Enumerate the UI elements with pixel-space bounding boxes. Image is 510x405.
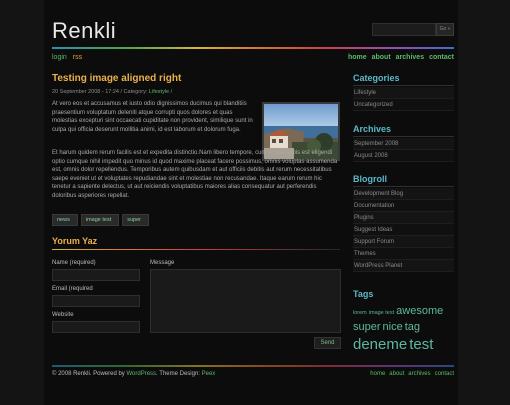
comment-form-title: Yorum Yaz	[52, 236, 98, 246]
top-nav-left: login rss	[52, 54, 88, 61]
nav-contact-link[interactable]: contact	[429, 54, 454, 61]
archives-rule	[353, 136, 454, 137]
footer-rule	[52, 365, 454, 367]
sidebar-item-themes[interactable]: Themes	[353, 248, 454, 260]
send-button[interactable]: Send	[314, 337, 341, 349]
footer-contact-link[interactable]: contact	[435, 371, 454, 377]
sidebar-item-september-2008[interactable]: September 2008	[353, 138, 454, 150]
sidebar-item-uncategorized[interactable]: Uncategorized	[353, 99, 454, 111]
tag-cloud: lorem image test awesome super nice tag dene…	[353, 302, 454, 353]
post-tags: news image test super	[52, 214, 152, 226]
email-field[interactable]	[52, 295, 140, 307]
website-field[interactable]	[52, 321, 140, 333]
nav-home-link[interactable]: home	[348, 54, 367, 61]
footer-about-link[interactable]: about	[389, 371, 404, 377]
sidebar-item-lifestyle[interactable]: Lifestyle	[353, 87, 454, 99]
tag-link[interactable]: news	[52, 214, 78, 226]
tag-cloud-link[interactable]: lorem	[353, 310, 367, 317]
archives-list: September 2008 August 2008	[353, 138, 454, 162]
name-field[interactable]	[52, 269, 140, 281]
tag-cloud-link[interactable]: super	[353, 322, 381, 333]
tag-cloud-link[interactable]: nice	[383, 322, 403, 333]
categories-rule	[353, 85, 454, 86]
categories-list: Lifestyle Uncategorized	[353, 87, 454, 111]
categories-title: Categories	[353, 73, 400, 83]
sidebar-item-development-blog[interactable]: Development Blog	[353, 188, 454, 200]
header-rule	[52, 47, 454, 49]
message-textarea[interactable]	[150, 269, 341, 333]
blogroll-rule	[353, 186, 454, 187]
sidebar-item-wordpress-planet[interactable]: WordPress Planet	[353, 260, 454, 272]
tag-cloud-link[interactable]: tag	[405, 322, 420, 333]
tag-cloud-link[interactable]: deneme	[353, 337, 407, 352]
designer-link[interactable]: Peex	[202, 371, 216, 377]
post-date: 20 September 2008 - 17:24 / Category:	[52, 89, 149, 95]
wordpress-link[interactable]: WordPress	[126, 371, 156, 377]
archives-title: Archives	[353, 124, 392, 134]
tag-cloud-link[interactable]: image test	[369, 310, 394, 317]
website-label: Website	[52, 312, 74, 318]
rss-link[interactable]: rss	[73, 54, 82, 61]
sidebar-item-support-forum[interactable]: Support Forum	[353, 236, 454, 248]
footer-nav: home about archives contact	[366, 371, 454, 377]
tag-link[interactable]: super	[122, 214, 149, 226]
nav-archives-link[interactable]: archives	[396, 54, 424, 61]
post-title[interactable]: Testing image aligned right	[52, 73, 181, 84]
post-category-link[interactable]: Lifestyle	[149, 89, 169, 95]
sidebar-item-august-2008[interactable]: August 2008	[353, 150, 454, 162]
footer-theme-design: . Theme Design:	[156, 371, 202, 377]
post-paragraph-1: At vero eos et accusamus et iusto odio d…	[52, 101, 253, 133]
blogroll-title: Blogroll	[353, 174, 387, 184]
top-nav: home about archives contact	[343, 54, 454, 61]
name-label: Name (required)	[52, 260, 96, 266]
blogroll-list: Development Blog Documentation Plugins S…	[353, 188, 454, 272]
site-logo[interactable]: Renkli	[52, 18, 116, 44]
search-button[interactable]: Go »	[436, 23, 454, 36]
nav-about-link[interactable]: about	[372, 54, 391, 61]
tags-title: Tags	[353, 289, 374, 299]
tag-cloud-link[interactable]: awesome	[396, 306, 443, 317]
sidebar-item-plugins[interactable]: Plugins	[353, 212, 454, 224]
comment-form-rule	[52, 249, 340, 250]
footer-credits: © 2008 Renkli. Powered by WordPress. The…	[52, 371, 215, 377]
footer-copyright: © 2008 Renkli. Powered by	[52, 371, 127, 377]
login-link[interactable]: login	[52, 54, 67, 61]
tag-link[interactable]: image test	[80, 214, 120, 226]
message-label: Message	[150, 260, 175, 266]
footer-archives-link[interactable]: archives	[408, 371, 430, 377]
sidebar-item-documentation[interactable]: Documentation	[353, 200, 454, 212]
post-paragraph-2: Et harum quidem rerum facilis est et exp…	[52, 150, 338, 199]
sidebar-item-suggest-ideas[interactable]: Suggest Ideas	[353, 224, 454, 236]
tag-cloud-link[interactable]: test	[409, 337, 433, 352]
search-input[interactable]	[372, 23, 436, 36]
post-meta: 20 September 2008 - 17:24 / Category: Li…	[52, 89, 172, 95]
footer-home-link[interactable]: home	[370, 371, 385, 377]
post-meta-suffix: /	[169, 89, 173, 95]
email-label: Email (required	[52, 286, 93, 292]
